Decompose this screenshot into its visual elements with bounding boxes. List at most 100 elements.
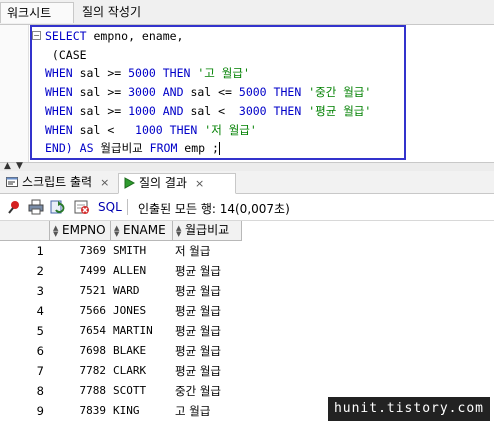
sql-keyword: THEN: [169, 122, 198, 137]
cell-grade: 평균 월급: [175, 324, 221, 338]
sort-icon: ▲ ▼: [114, 224, 120, 238]
row-number: 1: [36, 244, 44, 258]
sql-text: 월급비교: [93, 141, 150, 156]
sql-text: sal >=: [72, 85, 129, 100]
sql-string: '저 월급': [204, 122, 257, 137]
sql-number: 1000: [128, 103, 156, 118]
cell-empno: 7499: [79, 264, 107, 277]
result-grid[interactable]: ▲ ▼ EMPNO ▲ ▼ ENAME ▲ ▼ 월급비교 1 7369 SMITH 저 월급 2 74…: [0, 221, 494, 424]
sql-text: (CASE: [45, 47, 87, 62]
cell-ename: ALLEN: [113, 264, 147, 277]
table-row[interactable]: 2 7499 ALLEN 평균 월급: [0, 261, 494, 281]
sql-editor[interactable]: − SELECT empno, ename, (CASE WHEN sal >= …: [0, 25, 494, 162]
table-row[interactable]: 5 7654 MARTIN 평균 월급: [0, 321, 494, 341]
sql-string: '평균 월급': [308, 103, 372, 118]
sql-line[interactable]: (CASE: [45, 46, 87, 64]
sql-text: sal <=: [183, 85, 239, 100]
cell-empno: 7521: [79, 284, 107, 297]
sql-text: sal <: [72, 122, 136, 137]
tab-query-result[interactable]: 질의 결과 ×: [118, 173, 236, 194]
sql-number: 5000: [238, 85, 267, 100]
sql-text: sal <: [183, 103, 239, 118]
table-row[interactable]: 7 7782 CLARK 평균 월급: [0, 361, 494, 381]
table-row[interactable]: 3 7521 WARD 평균 월급: [0, 281, 494, 301]
cell-grade: 고 월급: [175, 404, 211, 418]
sql-string: '중간 월급': [308, 85, 372, 100]
print-icon[interactable]: [28, 199, 44, 215]
sql-keyword: THEN: [162, 66, 191, 81]
sql-line[interactable]: WHEN sal >= 5000 THEN '고 월급': [45, 64, 250, 82]
sql-text: sal >=: [72, 103, 129, 118]
close-icon[interactable]: ×: [195, 177, 204, 190]
cell-grade: 평균 월급: [175, 364, 221, 378]
watermark: hunit.tistory.com: [327, 397, 490, 421]
run-query-icon: [124, 177, 135, 189]
line-gutter: [0, 25, 29, 162]
sql-keyword: WHEN: [45, 66, 73, 81]
column-header-ename[interactable]: ▲ ▼ ENAME: [111, 221, 173, 241]
sql-button[interactable]: SQL: [98, 200, 122, 214]
cell-ename: KING: [113, 404, 140, 417]
row-number: 3: [36, 284, 44, 298]
row-number: 4: [36, 304, 44, 318]
sql-keyword: WHEN: [45, 85, 73, 100]
sql-line[interactable]: END) AS 월급비교 FROM emp ;: [45, 139, 220, 157]
row-number: 5: [36, 324, 44, 338]
sql-keyword: WHEN: [45, 103, 73, 118]
sql-number: 3000: [238, 103, 267, 118]
text-cursor: [218, 142, 220, 156]
sql-text: emp ;: [177, 141, 219, 156]
sql-keyword: AND: [162, 103, 184, 118]
sql-keyword: END): [45, 141, 73, 156]
row-number: 2: [36, 264, 44, 278]
collapse-down-icon[interactable]: ▼: [16, 161, 23, 171]
pin-icon[interactable]: [6, 199, 22, 215]
sql-line[interactable]: WHEN sal >= 3000 AND sal <= 5000 THEN '중…: [45, 83, 371, 101]
script-output-icon: [6, 177, 18, 187]
cell-grade: 평균 월급: [175, 344, 221, 358]
column-header-empno[interactable]: ▲ ▼ EMPNO: [50, 221, 111, 241]
sql-line[interactable]: SELECT empno, ename,: [45, 27, 183, 45]
sql-number: 5000: [128, 66, 156, 81]
tab-query-builder[interactable]: 질의 작성기: [76, 2, 147, 22]
fetch-status: 인출된 모든 행: 14(0,007초): [138, 202, 290, 216]
cell-ename: WARD: [113, 284, 140, 297]
sql-keyword: FROM: [149, 141, 178, 156]
tab-script-output[interactable]: 스크립트 출력 ×: [2, 173, 134, 192]
result-toolbar: SQL 인출된 모든 행: 14(0,007초): [0, 194, 494, 221]
sql-line[interactable]: WHEN sal >= 1000 AND sal < 3000 THEN '평균…: [45, 102, 371, 120]
cell-empno: 7369: [79, 244, 107, 257]
column-header-grade[interactable]: ▲ ▼ 월급비교: [173, 221, 242, 241]
cell-ename: CLARK: [113, 364, 147, 377]
row-number-header: [0, 221, 50, 241]
tab-script-output-label: 스크립트 출력: [22, 175, 93, 189]
row-number: 6: [36, 344, 44, 358]
sql-line[interactable]: WHEN sal < 1000 THEN '저 월급': [45, 121, 257, 139]
table-row[interactable]: 4 7566 JONES 평균 월급: [0, 301, 494, 321]
row-number: 9: [36, 404, 44, 418]
collapse-up-icon[interactable]: ▲: [4, 161, 11, 171]
export-icon[interactable]: [74, 199, 90, 215]
toolbar-divider: [127, 199, 128, 215]
cell-empno: 7654: [79, 324, 107, 337]
cell-empno: 7839: [79, 404, 107, 417]
cell-ename: MARTIN: [113, 324, 153, 337]
cell-ename: SCOTT: [113, 384, 147, 397]
table-row[interactable]: 6 7698 BLAKE 평균 월급: [0, 341, 494, 361]
row-number: 7: [36, 364, 44, 378]
close-icon[interactable]: ×: [100, 176, 109, 189]
tab-worksheet[interactable]: 워크시트: [0, 2, 74, 23]
sql-keyword: AS: [79, 141, 94, 156]
table-row[interactable]: 1 7369 SMITH 저 월급: [0, 241, 494, 261]
sql-keyword: SELECT: [45, 29, 87, 43]
sql-text: empno, ename,: [86, 29, 184, 43]
cell-empno: 7698: [79, 344, 107, 357]
cell-ename: BLAKE: [113, 344, 147, 357]
refresh-icon[interactable]: [50, 199, 66, 215]
